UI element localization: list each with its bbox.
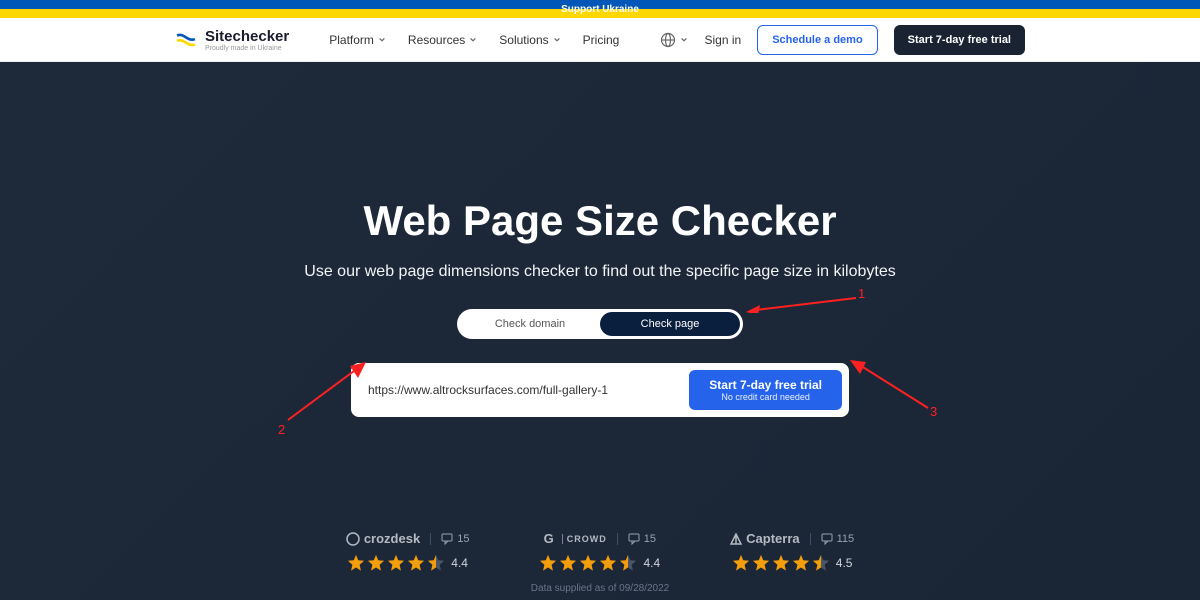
nav-platform[interactable]: Platform bbox=[329, 33, 386, 47]
star-icon bbox=[347, 554, 365, 572]
toggle-check-page[interactable]: Check page bbox=[600, 312, 740, 336]
nav-resources[interactable]: Resources bbox=[408, 33, 477, 47]
star-half-icon bbox=[427, 554, 445, 572]
star-icon bbox=[407, 554, 425, 572]
url-input-bar: Start 7-day free trial No credit card ne… bbox=[351, 363, 849, 417]
star-icon bbox=[792, 554, 810, 572]
star-icon bbox=[387, 554, 405, 572]
banner-text: Support Ukraine bbox=[561, 4, 639, 15]
star-icon bbox=[772, 554, 790, 572]
review-crowd: GCROWD 15 4.4 bbox=[539, 531, 660, 572]
free-trial-button[interactable]: Start 7-day free trial bbox=[894, 25, 1025, 55]
rating-value: 4.4 bbox=[451, 556, 468, 570]
star-rating: 4.5 bbox=[732, 554, 853, 572]
globe-icon bbox=[660, 32, 676, 48]
annotation-arrow-2 bbox=[286, 362, 366, 422]
toggle-check-domain[interactable]: Check domain bbox=[460, 312, 600, 336]
annotation-label-3: 3 bbox=[930, 404, 937, 419]
nav-solutions[interactable]: Solutions bbox=[499, 33, 560, 47]
main-nav: Platform Resources Solutions Pricing bbox=[329, 33, 619, 47]
cta-sub-text: No credit card needed bbox=[721, 392, 810, 402]
review-count: 115 bbox=[810, 533, 855, 545]
annotation-label-1: 1 bbox=[858, 286, 865, 301]
support-banner[interactable]: Support Ukraine bbox=[0, 0, 1200, 18]
logo-tagline: Proudly made in Ukraine bbox=[205, 45, 289, 52]
star-rating: 4.4 bbox=[347, 554, 468, 572]
review-crozdesk: crozdesk 15 4.4 bbox=[346, 531, 470, 572]
star-icon bbox=[559, 554, 577, 572]
star-icon bbox=[752, 554, 770, 572]
logo[interactable]: Sitechecker Proudly made in Ukraine bbox=[175, 28, 289, 52]
hero: Web Page Size Checker Use our web page d… bbox=[0, 62, 1200, 600]
star-icon bbox=[732, 554, 750, 572]
brand-capterra: Capterra bbox=[730, 531, 799, 546]
brand-crowd: GCROWD bbox=[544, 531, 607, 546]
comment-icon bbox=[628, 533, 640, 545]
chevron-down-icon bbox=[378, 36, 386, 44]
review-count: 15 bbox=[430, 533, 469, 545]
start-trial-cta[interactable]: Start 7-day free trial No credit card ne… bbox=[689, 370, 842, 410]
star-rating: 4.4 bbox=[539, 554, 660, 572]
header-actions: Sign in Schedule a demo Start 7-day free… bbox=[660, 25, 1025, 55]
star-icon bbox=[579, 554, 597, 572]
header: Sitechecker Proudly made in Ukraine Plat… bbox=[0, 18, 1200, 62]
url-input[interactable] bbox=[358, 377, 681, 403]
brand-crozdesk: crozdesk bbox=[346, 531, 420, 546]
schedule-demo-button[interactable]: Schedule a demo bbox=[757, 25, 877, 55]
chevron-down-icon bbox=[469, 36, 477, 44]
annotation-label-2: 2 bbox=[278, 422, 285, 437]
logo-name: Sitechecker bbox=[205, 28, 289, 45]
star-icon bbox=[539, 554, 557, 572]
star-icon bbox=[599, 554, 617, 572]
page-title: Web Page Size Checker bbox=[363, 197, 836, 245]
page-subtitle: Use our web page dimensions checker to f… bbox=[304, 263, 895, 281]
star-half-icon bbox=[812, 554, 830, 572]
capterra-icon bbox=[730, 533, 742, 545]
star-icon bbox=[367, 554, 385, 572]
rating-value: 4.5 bbox=[836, 556, 853, 570]
chevron-down-icon bbox=[553, 36, 561, 44]
crozdesk-icon bbox=[346, 532, 360, 546]
annotation-arrow-3 bbox=[850, 360, 930, 410]
rating-value: 4.4 bbox=[643, 556, 660, 570]
review-count: 15 bbox=[617, 533, 656, 545]
comment-icon bbox=[441, 533, 453, 545]
mode-toggle: Check domain Check page bbox=[457, 309, 743, 339]
signin-link[interactable]: Sign in bbox=[704, 33, 741, 47]
star-half-icon bbox=[619, 554, 637, 572]
nav-pricing[interactable]: Pricing bbox=[583, 33, 620, 47]
data-note: Data supplied as of 09/28/2022 bbox=[531, 583, 669, 594]
comment-icon bbox=[821, 533, 833, 545]
review-badges: crozdesk 15 4.4 GCROWD 15 bbox=[346, 531, 854, 572]
chevron-down-icon bbox=[680, 36, 688, 44]
review-capterra: Capterra 115 4.5 bbox=[730, 531, 854, 572]
annotation-arrow-1 bbox=[746, 295, 856, 313]
logo-icon bbox=[175, 32, 197, 48]
cta-main-text: Start 7-day free trial bbox=[709, 378, 822, 392]
language-button[interactable] bbox=[660, 32, 688, 48]
